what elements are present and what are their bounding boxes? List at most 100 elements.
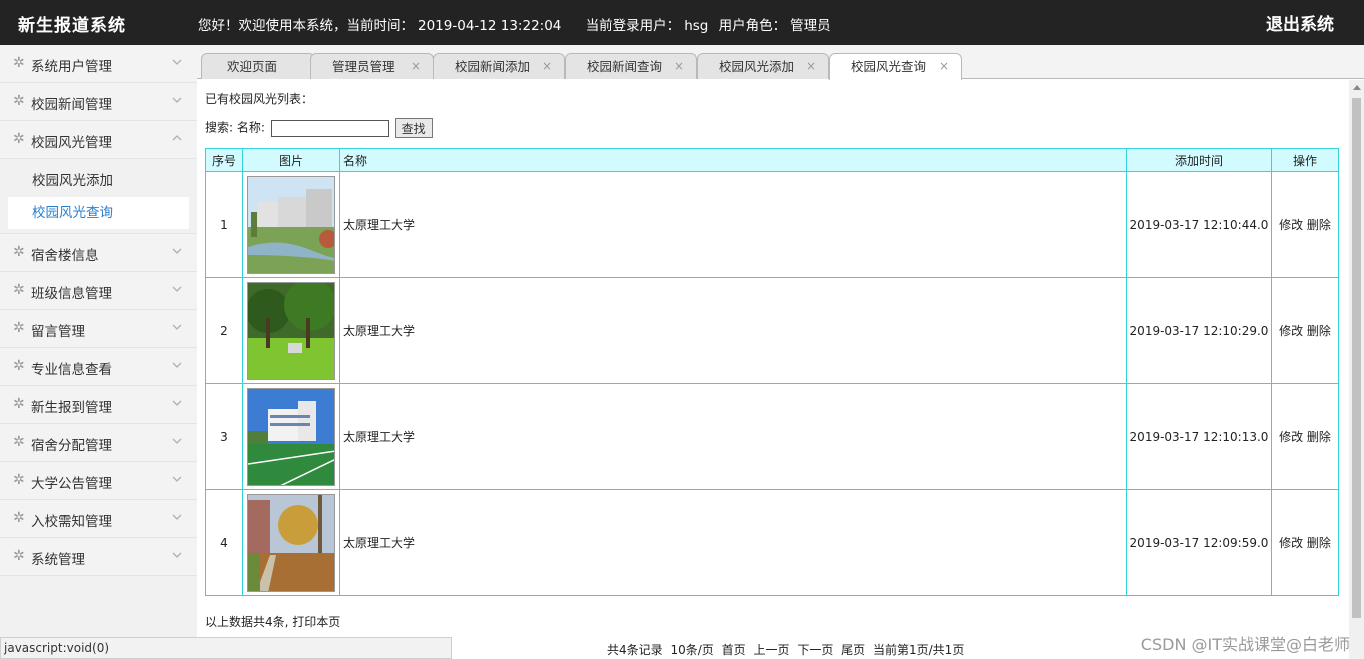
campus-building-river-photo[interactable]: [247, 175, 335, 274]
sidebar-menu-6[interactable]: ✲ 专业信息查看: [0, 348, 197, 386]
pager-total: 共4条记录: [607, 643, 663, 657]
browser-status-bar: javascript:void(0): [0, 637, 452, 659]
pagination: 共4条记录 10条/页 首页 上一页 下一页 尾页 当前第1页/共1页: [607, 641, 968, 658]
name-label: 名称:: [236, 120, 265, 135]
sidebar-menu-label: 大学公告管理: [31, 476, 112, 492]
tab-bar: 欢迎页面 管理员管理 × 校园新闻添加 × 校园新闻查询 × 校园风光添加 × 校园风光查询 ×: [197, 45, 1364, 80]
pager-current: 当前第1页/共1页: [873, 643, 965, 657]
search-button[interactable]: 查找: [394, 118, 433, 138]
vertical-scrollbar[interactable]: [1349, 80, 1364, 659]
pager-last[interactable]: 尾页: [841, 643, 865, 657]
sidebar-menu-0[interactable]: ✲ 系统用户管理: [0, 45, 197, 83]
row-actions: 修改 删除: [1271, 171, 1339, 278]
gear-icon: ✲: [13, 472, 25, 488]
summary-text: 以上数据共4条,: [205, 615, 289, 629]
sidebar-subitem-1[interactable]: 校园风光查询: [8, 197, 189, 229]
sidebar-menu-8[interactable]: ✲ 宿舍分配管理: [0, 424, 197, 462]
pager-prev[interactable]: 上一页: [753, 643, 789, 657]
sidebar-subitem-0[interactable]: 校园风光添加: [8, 165, 189, 197]
table-row: 4 太原理工大学 2019-03-17 12:09:59.0 修改 删除: [205, 489, 1339, 596]
delete-link[interactable]: 删除: [1307, 536, 1331, 550]
row-name: 太原理工大学: [339, 277, 1127, 384]
gear-icon: ✲: [13, 548, 25, 564]
tab-label: 校园新闻添加: [455, 59, 531, 74]
sidebar-menu-label: 留言管理: [31, 324, 85, 340]
chevron-down-icon: [172, 473, 182, 483]
sidebar-menu-9[interactable]: ✲ 大学公告管理: [0, 462, 197, 500]
chevron-down-icon: [172, 94, 182, 104]
sidebar-menu-label: 班级信息管理: [31, 286, 112, 302]
row-index: 2: [205, 277, 243, 384]
sidebar-menu-label: 系统用户管理: [31, 59, 112, 75]
campus-sports-field-photo[interactable]: [247, 387, 335, 486]
tab-0[interactable]: 欢迎页面: [201, 53, 315, 79]
gear-icon: ✲: [13, 131, 25, 147]
sidebar-menu-label: 宿舍分配管理: [31, 438, 112, 454]
row-image-cell: [242, 489, 340, 596]
pager-next[interactable]: 下一页: [797, 643, 833, 657]
sidebar-menu-1[interactable]: ✲ 校园新闻管理: [0, 83, 197, 121]
chevron-down-icon: [172, 359, 182, 369]
scroll-up-icon[interactable]: [1353, 85, 1361, 90]
sidebar-menu-7[interactable]: ✲ 新生报到管理: [0, 386, 197, 424]
sidebar-menu-2[interactable]: ✲ 校园风光管理: [0, 121, 197, 159]
gear-icon: ✲: [13, 93, 25, 109]
close-icon[interactable]: ×: [542, 54, 552, 79]
table-row: 1 太原理工大学 2019-03-17 12:10:44.0 修改 删除: [205, 171, 1339, 278]
delete-link[interactable]: 删除: [1307, 324, 1331, 338]
tab-5[interactable]: 校园风光查询 ×: [829, 53, 962, 80]
sidebar-menu-11[interactable]: ✲ 系统管理: [0, 538, 197, 576]
col-header-actions: 操作: [1271, 148, 1339, 172]
logout-button[interactable]: 退出系统: [1266, 10, 1334, 35]
tab-label: 管理员管理: [332, 59, 395, 74]
gear-icon: ✲: [13, 358, 25, 374]
row-image-cell: [242, 171, 340, 278]
name-search-input[interactable]: [270, 119, 389, 137]
tab-3[interactable]: 校园新闻查询 ×: [565, 53, 697, 79]
row-index: 1: [205, 171, 243, 278]
row-image-cell: [242, 277, 340, 384]
sidebar-menu-5[interactable]: ✲ 留言管理: [0, 310, 197, 348]
pager-first[interactable]: 首页: [722, 643, 746, 657]
row-actions: 修改 删除: [1271, 277, 1339, 384]
sidebar-menu-3[interactable]: ✲ 宿舍楼信息: [0, 234, 197, 272]
app-title: 新生报道系统: [18, 16, 126, 36]
watermark: CSDN @IT实战课堂@白老师: [1140, 635, 1350, 654]
col-header-time: 添加时间: [1126, 148, 1272, 172]
tab-4[interactable]: 校园风光添加 ×: [697, 53, 829, 79]
col-header-name: 名称: [339, 148, 1127, 172]
current-time: 2019-04-12 13:22:04: [418, 18, 562, 34]
print-link[interactable]: 打印本页: [292, 615, 340, 629]
edit-link[interactable]: 修改: [1279, 324, 1303, 338]
sidebar-menu-label: 校园风光管理: [31, 135, 112, 151]
table-header-row: 序号 图片 名称 添加时间 操作: [205, 148, 1339, 172]
tab-2[interactable]: 校园新闻添加 ×: [433, 53, 565, 79]
sidebar-menu-4[interactable]: ✲ 班级信息管理: [0, 272, 197, 310]
delete-link[interactable]: 删除: [1307, 218, 1331, 232]
sidebar-menu-10[interactable]: ✲ 入校需知管理: [0, 500, 197, 538]
close-icon[interactable]: ×: [411, 54, 421, 79]
row-index: 4: [205, 489, 243, 596]
tab-label: 欢迎页面: [227, 59, 278, 74]
role-value: 管理员: [790, 18, 831, 34]
scrollbar-thumb[interactable]: [1352, 98, 1361, 618]
sidebar-menu-label: 系统管理: [31, 552, 85, 568]
gear-icon: ✲: [13, 244, 25, 260]
tab-1[interactable]: 管理员管理 ×: [310, 53, 434, 79]
welcome-text: 您好！欢迎使用本系统，当前时间：: [198, 18, 414, 34]
sidebar-menu-label: 校园新闻管理: [31, 97, 112, 113]
campus-lawn-trees-photo[interactable]: [247, 281, 335, 380]
tab-label: 校园风光查询: [851, 59, 927, 74]
edit-link[interactable]: 修改: [1279, 430, 1303, 444]
delete-link[interactable]: 删除: [1307, 430, 1331, 444]
close-icon[interactable]: ×: [939, 54, 949, 79]
close-icon[interactable]: ×: [806, 54, 816, 79]
edit-link[interactable]: 修改: [1279, 218, 1303, 232]
sidebar: ✲ 系统用户管理 ✲ 校园新闻管理 ✲ 校园风光管理 校园风光添加 校园风光查询 ✲ 宿舍楼信息 ✲…: [0, 45, 197, 659]
col-header-image: 图片: [242, 148, 340, 172]
row-name: 太原理工大学: [339, 383, 1127, 490]
gear-icon: ✲: [13, 510, 25, 526]
campus-autumn-path-photo[interactable]: [247, 493, 335, 592]
edit-link[interactable]: 修改: [1279, 536, 1303, 550]
close-icon[interactable]: ×: [674, 54, 684, 79]
